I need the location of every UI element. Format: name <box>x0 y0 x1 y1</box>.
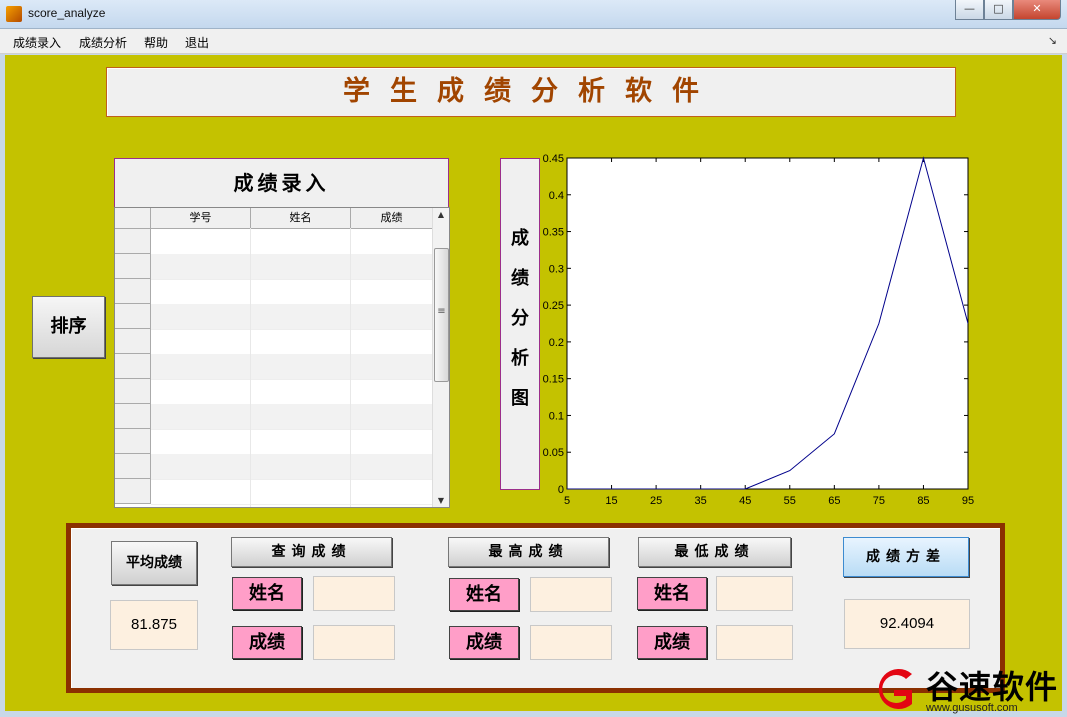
watermark-url: www.gususoft.com <box>926 702 1018 714</box>
query-score-label: 成绩 <box>232 626 302 659</box>
gususoft-logo-icon <box>878 669 912 709</box>
x-tick-label: 45 <box>739 495 751 507</box>
y-tick-label: 0.35 <box>543 227 564 239</box>
x-tick-label: 65 <box>828 495 840 507</box>
average-score-button[interactable]: 平均成绩 <box>111 541 197 585</box>
min-name-field[interactable] <box>716 576 793 611</box>
query-name-label: 姓名 <box>232 577 302 610</box>
close-button[interactable]: ✕ <box>1013 0 1061 20</box>
min-score-button[interactable]: 最低成绩 <box>638 537 791 567</box>
y-tick-label: 0.45 <box>543 153 564 165</box>
x-tick-label: 5 <box>564 495 570 507</box>
menu-exit[interactable]: 退出 <box>185 34 209 51</box>
query-name-input[interactable] <box>313 576 395 611</box>
window-controls: — □ ✕ <box>955 0 1061 20</box>
x-tick-label: 35 <box>695 495 707 507</box>
y-tick-label: 0.4 <box>549 190 564 202</box>
x-tick-label: 85 <box>917 495 929 507</box>
x-tick-label: 15 <box>605 495 617 507</box>
plot-area <box>566 157 969 490</box>
query-score-input[interactable] <box>313 625 395 660</box>
menu-bar: 成绩录入 成绩分析 帮助 退出 ↘ <box>0 29 1067 54</box>
max-name-field[interactable] <box>530 577 612 612</box>
max-score-field[interactable] <box>530 625 612 660</box>
variance-value: 92.4094 <box>844 599 970 649</box>
matlab-icon <box>6 6 22 22</box>
maximize-button[interactable]: □ <box>984 0 1013 20</box>
figure-canvas: 学生成绩分析软件 成绩录入 学号 姓名 成绩 ▲ ≡ ▼ 排序 成 绩 分 析 … <box>5 55 1062 711</box>
statistics-panel: 平均成绩 81.875 查询成绩 姓名 成绩 最高成绩 姓名 成绩 最低成绩 姓… <box>66 523 1005 693</box>
max-score-label: 成绩 <box>449 626 519 659</box>
y-tick-label: 0.1 <box>549 410 564 422</box>
x-tick-label: 55 <box>784 495 796 507</box>
menu-score-entry[interactable]: 成绩录入 <box>13 34 61 51</box>
y-tick-label: 0.05 <box>543 447 564 459</box>
min-name-label: 姓名 <box>637 577 707 610</box>
y-tick-label: 0.2 <box>549 337 564 349</box>
window-title: score_analyze <box>28 6 106 20</box>
min-score-label: 成绩 <box>637 626 707 659</box>
x-tick-label: 75 <box>873 495 885 507</box>
max-name-label: 姓名 <box>449 578 519 611</box>
query-score-button[interactable]: 查询成绩 <box>231 537 392 567</box>
y-tick-label: 0.3 <box>549 263 564 275</box>
toolbar-toggle-icon[interactable]: ↘ <box>1048 34 1057 47</box>
min-score-field[interactable] <box>716 625 793 660</box>
score-distribution-chart: 00.050.10.150.20.250.30.350.40.455 15 25 35… <box>543 153 975 507</box>
minimize-button[interactable]: — <box>955 0 984 20</box>
x-tick-label: 95 <box>962 495 974 507</box>
window-titlebar: score_analyze — □ ✕ <box>0 0 1067 29</box>
average-score-value: 81.875 <box>110 600 198 650</box>
menu-score-analysis[interactable]: 成绩分析 <box>79 34 127 51</box>
menu-help[interactable]: 帮助 <box>144 34 168 51</box>
variance-button[interactable]: 成绩方差 <box>843 537 969 577</box>
y-tick-label: 0.15 <box>543 374 564 386</box>
y-tick-label: 0.25 <box>543 300 564 312</box>
x-tick-label: 25 <box>650 495 662 507</box>
watermark: 谷速软件 www.gususoft.com <box>866 660 1062 715</box>
max-score-button[interactable]: 最高成绩 <box>448 537 609 567</box>
